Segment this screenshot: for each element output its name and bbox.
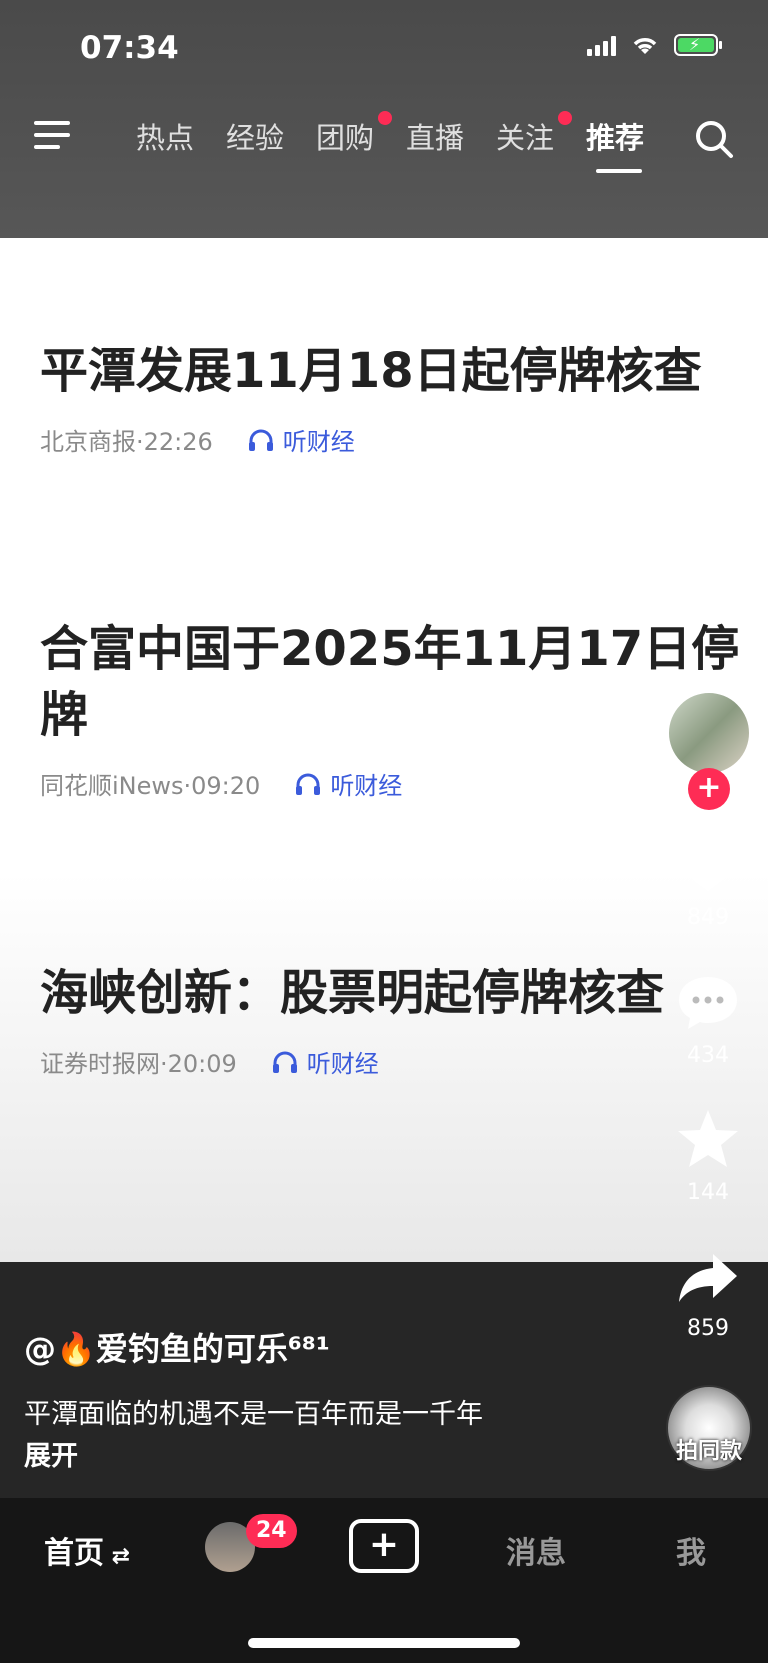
like-button[interactable]: 849 — [658, 834, 758, 930]
top-nav: 热点 经验 团购 直播 关注 推荐 — [0, 105, 768, 175]
comment-button[interactable]: 434 — [658, 973, 758, 1068]
news-source: 同花顺iNews·09:20 — [40, 772, 261, 800]
tab-group-buy[interactable]: 团购 — [316, 111, 406, 157]
video-content[interactable]: 平潭发展11月18日起停牌核查 北京商报·22:26 听财经 合富中国于2025… — [0, 238, 768, 1262]
news-title: 平潭发展11月18日起停牌核查 — [40, 343, 702, 399]
tab-messages[interactable]: 消息 — [506, 1528, 566, 1572]
tab-home[interactable]: 首页 ⇄ — [44, 1528, 130, 1572]
top-header: 07:34 ⚡ 热点 经验 团购 直播 关注 推荐 — [0, 0, 768, 238]
headphones-icon — [296, 773, 321, 795]
expand-button[interactable]: 展开 — [24, 1434, 78, 1473]
news-title: 海峡创新：股票明起停牌核查 — [40, 965, 665, 1021]
tab-me[interactable]: 我 — [676, 1528, 706, 1572]
post-info: @🔥爱钓鱼的可乐⁶⁸¹ 平潭面临的机遇不是一百年而是一千年 展开 — [0, 1262, 768, 1498]
share-button[interactable]: 859 — [658, 1250, 758, 1341]
listen-finance: 听财经 — [247, 422, 355, 457]
cellular-signal-icon — [587, 34, 616, 56]
wifi-icon — [633, 38, 657, 54]
comment-icon — [679, 977, 737, 1029]
menu-icon[interactable] — [34, 121, 74, 151]
headphones-icon — [248, 429, 273, 451]
news-item: 合富中国于2025年11月17日停牌 同花顺iNews·09:20 听财经 — [40, 616, 740, 801]
listen-finance: 听财经 — [271, 1044, 379, 1079]
tab-hot[interactable]: 热点 — [136, 115, 226, 157]
notification-dot — [378, 111, 392, 125]
favorite-count: 144 — [687, 1180, 729, 1205]
creator-avatar[interactable] — [666, 690, 752, 776]
same-style-label[interactable]: 拍同款 — [658, 1433, 760, 1465]
battery-charging-icon: ⚡ — [674, 34, 722, 56]
active-tab-indicator — [596, 169, 642, 173]
nav-tabs: 热点 经验 团购 直播 关注 推荐 — [136, 111, 676, 173]
comment-count: 434 — [687, 1043, 729, 1068]
news-source: 北京商报·22:26 — [40, 428, 213, 456]
news-item: 平潭发展11月18日起停牌核查 北京商报·22:26 听财经 — [40, 338, 740, 457]
search-icon[interactable] — [692, 117, 736, 161]
follow-button[interactable]: + — [688, 768, 730, 810]
heart-icon — [676, 834, 740, 891]
news-source: 证券时报网·20:09 — [40, 1050, 237, 1078]
news-item: 海峡创新：股票明起停牌核查 证券时报网·20:09 听财经 — [40, 960, 740, 1079]
tab-recommend[interactable]: 推荐 — [586, 115, 676, 173]
author-name[interactable]: @🔥爱钓鱼的可乐⁶⁸¹ — [24, 1324, 330, 1370]
tab-experience[interactable]: 经验 — [226, 115, 316, 157]
tab-following[interactable]: 关注 — [496, 111, 586, 157]
star-icon — [678, 1110, 738, 1167]
news-title: 合富中国于2025年11月17日停牌 — [40, 621, 740, 743]
bottom-tab-bar: 首页 ⇄ 24 + 消息 我 — [0, 1498, 768, 1663]
create-post-button[interactable]: + — [349, 1519, 419, 1573]
share-icon — [679, 1254, 737, 1302]
listen-finance: 听财经 — [294, 766, 402, 801]
headphones-icon — [272, 1051, 297, 1073]
favorite-button[interactable]: 144 — [658, 1108, 758, 1205]
share-count: 859 — [687, 1316, 729, 1341]
status-icons: ⚡ — [587, 34, 722, 56]
tab-live[interactable]: 直播 — [406, 115, 496, 157]
notification-badge: 24 — [246, 1514, 297, 1548]
status-time: 07:34 — [80, 30, 179, 66]
post-description: 平潭面临的机遇不是一百年而是一千年 — [24, 1399, 483, 1430]
like-count: 849 — [687, 905, 729, 930]
home-indicator — [248, 1638, 520, 1648]
notification-dot — [558, 111, 572, 125]
